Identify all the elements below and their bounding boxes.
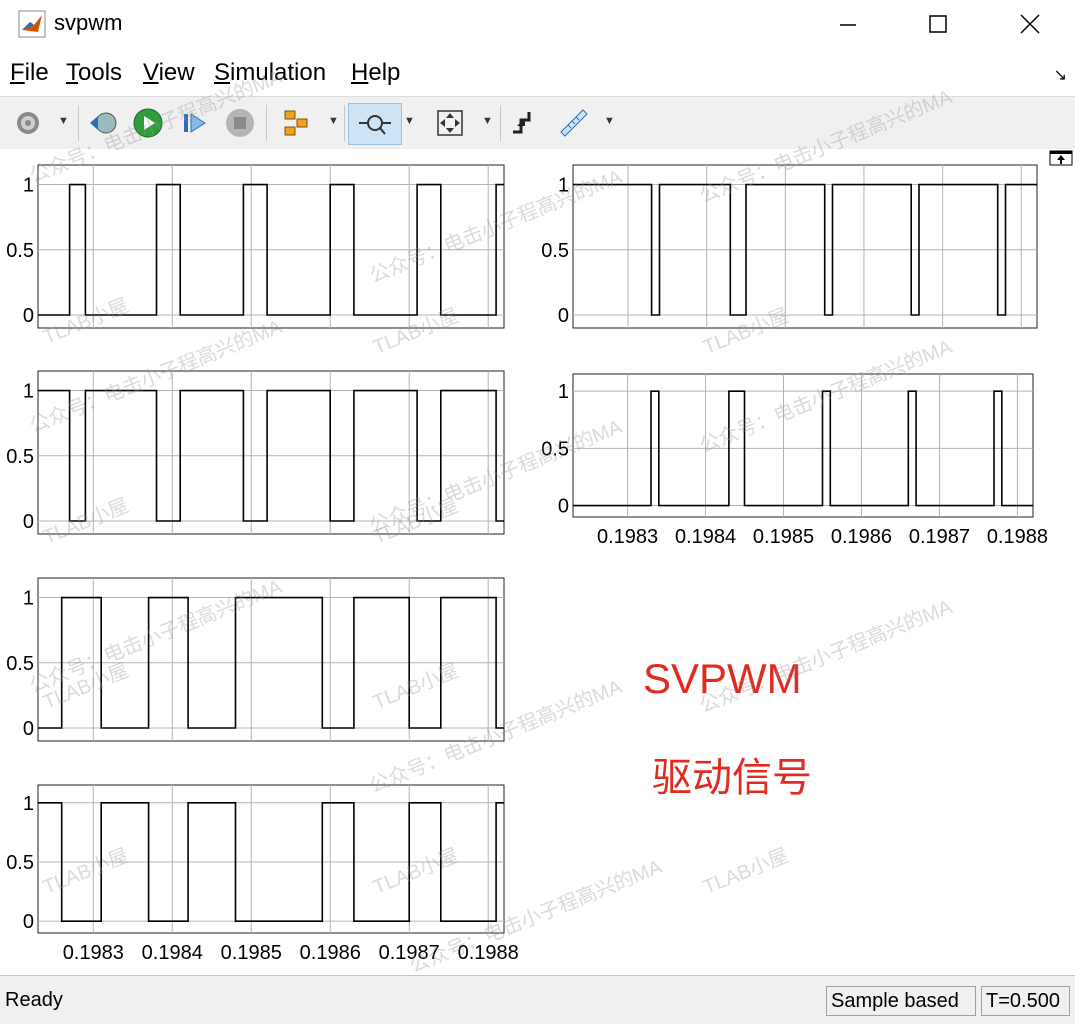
y-tick-label: 0 — [23, 305, 34, 327]
y-tick-label: 0.5 — [6, 240, 34, 262]
fit-to-view-icon — [437, 110, 463, 136]
sim-time-indicator: T=0.500 — [981, 986, 1070, 1016]
menu-bar: File Tools View Simulation Help ↘ — [0, 55, 1075, 93]
y-tick-label: 0.5 — [6, 852, 34, 874]
y-tick-label: 0.5 — [6, 653, 34, 675]
run-icon — [133, 108, 163, 138]
measure-button[interactable] — [556, 103, 592, 143]
highlight-button[interactable] — [278, 103, 314, 143]
highlight-icon — [284, 110, 308, 136]
triggers-button[interactable] — [506, 103, 542, 143]
menu-tools[interactable]: Tools — [66, 59, 122, 87]
y-tick-label: 0.5 — [541, 438, 569, 460]
y-tick-label: 0 — [23, 718, 34, 740]
fit-to-view-button[interactable] — [432, 103, 468, 143]
measure-icon — [560, 109, 588, 137]
close-icon — [1020, 14, 1040, 34]
stop-button[interactable] — [222, 103, 258, 143]
scope-axes — [37, 370, 505, 535]
window-title: svpwm — [54, 10, 123, 35]
menu-simulation[interactable]: Simulation — [214, 59, 326, 87]
y-tick-label: 0 — [23, 511, 34, 533]
maximize-button[interactable] — [893, 0, 983, 48]
y-tick-label: 0 — [23, 911, 34, 933]
zoom-button[interactable] — [348, 103, 402, 145]
scope-axes — [572, 164, 1038, 329]
menu-view[interactable]: View — [143, 59, 195, 87]
zoom-icon — [359, 115, 391, 135]
annotation-title: SVPWM — [643, 655, 802, 702]
y-tick-label: 1 — [23, 588, 34, 610]
x-tick-label: 0.1988 — [458, 942, 519, 964]
y-tick-label: 1 — [23, 793, 34, 815]
close-button[interactable] — [985, 0, 1075, 48]
scope-axes — [37, 784, 505, 934]
y-tick-label: 1 — [558, 381, 569, 403]
zoom-dropdown[interactable]: ▼ — [404, 115, 415, 127]
measure-dropdown[interactable]: ▼ — [604, 115, 615, 127]
settings-dropdown[interactable]: ▼ — [58, 115, 69, 127]
highlight-dropdown[interactable]: ▼ — [328, 115, 339, 127]
x-tick-label: 0.1984 — [142, 942, 203, 964]
fit-dropdown[interactable]: ▼ — [482, 115, 493, 127]
x-tick-label: 0.1987 — [379, 942, 440, 964]
y-tick-label: 0.5 — [541, 240, 569, 262]
x-tick-label: 0.1985 — [221, 942, 282, 964]
restore-button[interactable] — [86, 103, 122, 143]
x-tick-label: 0.1983 — [597, 526, 658, 548]
x-tick-label: 0.1986 — [300, 942, 361, 964]
x-tick-label: 0.1988 — [987, 526, 1048, 548]
toolbar: ▼ ▼ ▼ ▼ ▼ — [0, 96, 1075, 150]
annotation-subtitle: 驱动信号 — [652, 756, 812, 800]
scope-axes — [572, 373, 1034, 518]
y-tick-label: 1 — [23, 175, 34, 197]
stop-icon — [226, 109, 254, 137]
run-button[interactable] — [130, 103, 166, 143]
x-tick-label: 0.1983 — [63, 942, 124, 964]
y-tick-label: 0 — [558, 305, 569, 327]
settings-button[interactable] — [10, 103, 46, 143]
scope-axes — [37, 577, 505, 742]
scope-axes — [37, 164, 505, 329]
x-tick-label: 0.1985 — [753, 526, 814, 548]
menu-help[interactable]: Help — [351, 59, 400, 87]
triggers-icon — [513, 112, 531, 134]
status-ready: Ready — [5, 989, 63, 1011]
maximize-icon — [929, 15, 947, 33]
step-forward-icon — [184, 113, 206, 133]
restore-icon — [90, 112, 117, 134]
scope-canvas: 0 0.5 1 0 0.5 1 0 0.5 1 0.1983 0.1984 0.1985 0.1986 0… — [0, 149, 1075, 974]
y-tick-label: 0 — [558, 496, 569, 518]
status-bar: Ready Sample based T=0.500 — [0, 975, 1075, 1024]
title-bar: svpwm — [0, 0, 1075, 48]
y-tick-label: 0.5 — [6, 446, 34, 468]
x-tick-label: 0.1986 — [831, 526, 892, 548]
x-tick-label: 0.1984 — [675, 526, 736, 548]
step-forward-button[interactable] — [176, 103, 212, 143]
x-tick-label: 0.1987 — [909, 526, 970, 548]
undock-icon[interactable] — [1049, 150, 1073, 166]
y-tick-label: 1 — [23, 381, 34, 403]
minimize-icon — [840, 24, 856, 26]
minimize-button[interactable] — [803, 0, 893, 48]
menu-file[interactable]: File — [10, 59, 49, 87]
settings-icon — [17, 112, 39, 134]
y-tick-label: 1 — [558, 175, 569, 197]
dock-arrow-icon[interactable]: ↘ — [1054, 65, 1067, 85]
matlab-icon — [18, 10, 46, 38]
scope-plots: 0 0.5 1 0 0.5 1 0 0.5 1 0.1983 0.1984 0.1985 0.1986 0… — [6, 164, 1048, 964]
sample-mode-indicator: Sample based — [826, 986, 976, 1016]
